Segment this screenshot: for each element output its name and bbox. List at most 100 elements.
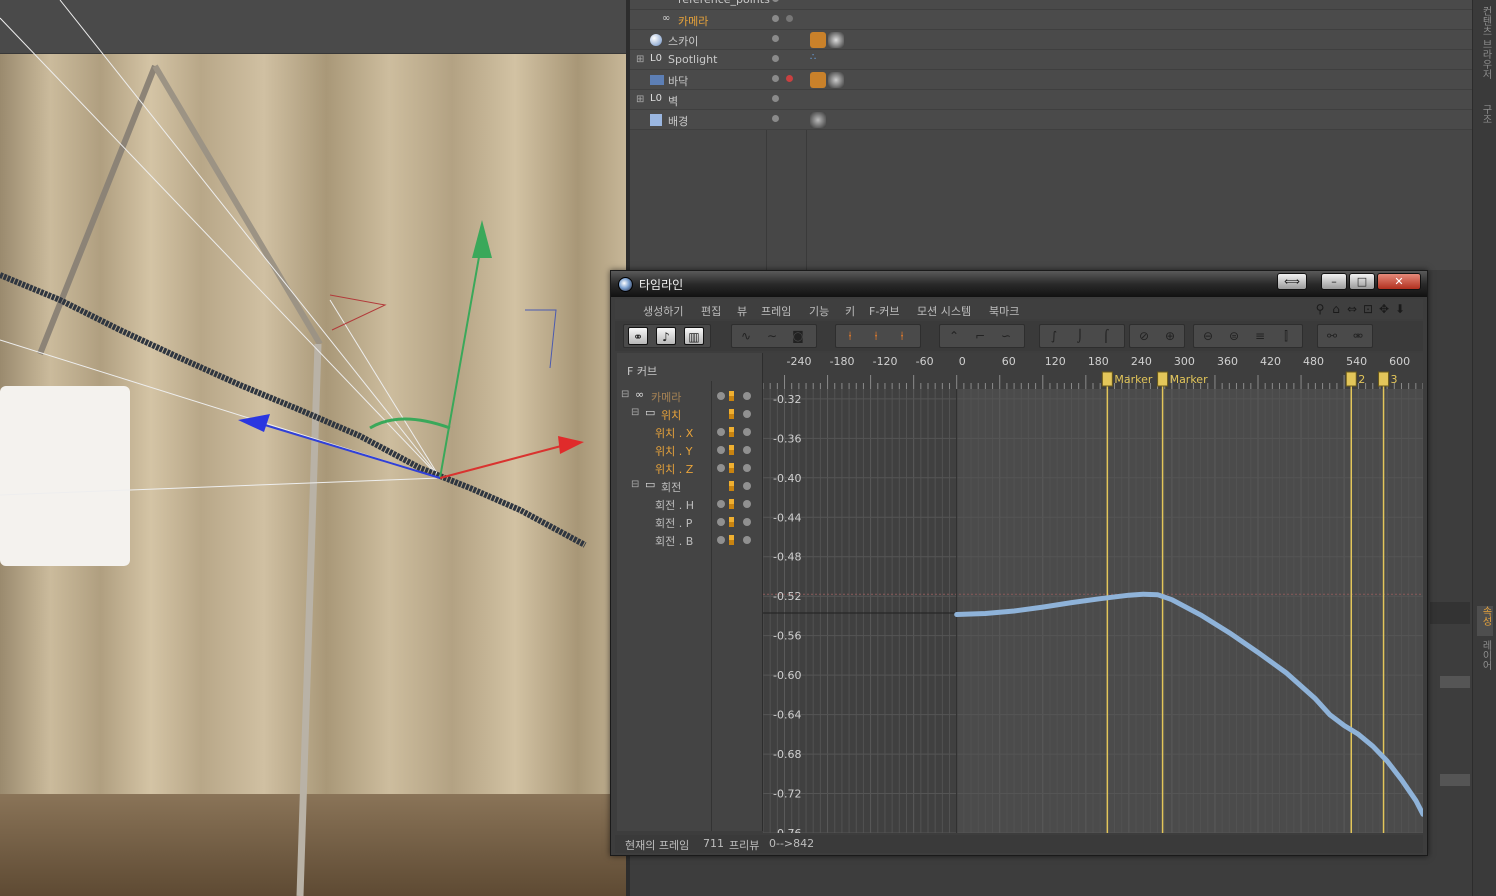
track-controls[interactable]	[717, 409, 757, 419]
add-key-icon[interactable]: ⍿	[840, 327, 860, 345]
tab-layers[interactable]: 레이어	[1477, 640, 1493, 684]
visibility-dots[interactable]	[772, 15, 798, 25]
visibility-dots[interactable]	[772, 0, 798, 5]
fcurve-canvas[interactable]: -240 -180 -120 -60 0 60 120 180 240 300 360 420 480 5…	[763, 353, 1423, 833]
fcurve-mode-icon[interactable]: ♪	[656, 327, 676, 345]
tab-content-browser[interactable]: 컨텐츠 브라우저	[1477, 6, 1493, 98]
track-rotation-h[interactable]: 회전 . H	[617, 495, 763, 513]
timeline-titlebar[interactable]: 타임라인 ⟺ – □ ✕	[611, 271, 1427, 297]
track-position[interactable]: ⊟ ▭ 위치	[617, 405, 763, 423]
clamp-icon[interactable]: ⫿	[1276, 327, 1296, 345]
object-row[interactable]: reference_points	[630, 0, 1472, 10]
object-row-background[interactable]: 배경	[630, 110, 1472, 130]
lock-tangent-icon[interactable]: ⊕	[1160, 327, 1180, 345]
zero-angle-icon[interactable]: ⊖	[1198, 327, 1218, 345]
wave-icon[interactable]: ∼	[762, 327, 782, 345]
track-controls[interactable]	[717, 463, 757, 473]
loop-icon[interactable]: ⇔	[1345, 302, 1359, 316]
visibility-dots[interactable]	[772, 115, 798, 125]
swap-layout-button[interactable]: ⟺	[1277, 273, 1307, 290]
visibility-dots[interactable]	[772, 95, 798, 105]
menu-view[interactable]: 뷰	[737, 303, 747, 319]
track-controls[interactable]	[717, 535, 757, 545]
dopesheet-mode-icon[interactable]: ⚭	[628, 327, 648, 345]
spline-icon[interactable]: ∽	[996, 327, 1016, 345]
collapse-icon[interactable]: ⊟	[631, 407, 639, 418]
remove-key-icon[interactable]: ⍿	[892, 327, 912, 345]
motion-mode-icon[interactable]: ▥	[684, 327, 704, 345]
menu-edit[interactable]: 편집	[701, 303, 721, 319]
track-controls[interactable]	[717, 499, 757, 509]
track-position-x[interactable]: 위치 . X	[617, 423, 763, 441]
timeline-menubar: 생성하기 편집 뷰 프레임 기능 키 F-커브 모션 시스템 북마크 ⚲ ⌂ ⇔…	[615, 299, 1423, 319]
collapse-icon[interactable]: ⊟	[631, 479, 639, 490]
object-row-floor[interactable]: 바닥	[630, 70, 1472, 90]
ease-out-icon[interactable]: ⌠	[1096, 327, 1116, 345]
track-position-z[interactable]: 위치 . Z	[617, 459, 763, 477]
scrollbar-thumb[interactable]	[1440, 676, 1470, 688]
object-row-camera[interactable]: ∞ 카메라	[630, 10, 1472, 30]
track-rotation[interactable]: ⊟ ▭ 회전	[617, 477, 763, 495]
record-icon[interactable]: ◙	[788, 327, 808, 345]
visibility-dots[interactable]	[772, 35, 798, 45]
expand-icon[interactable]: ⊞	[636, 94, 644, 105]
object-row-spotlight[interactable]: ⊞ L0 Spotlight ∴	[630, 50, 1472, 70]
menu-create[interactable]: 생성하기	[643, 303, 683, 319]
pan-icon[interactable]: ✥	[1377, 302, 1391, 316]
visibility-dots[interactable]	[772, 75, 798, 85]
track-controls[interactable]	[717, 481, 757, 491]
object-row-sky[interactable]: 스카이	[630, 30, 1472, 50]
material-tag-icon[interactable]	[828, 72, 844, 88]
tab-attributes[interactable]: 속성	[1477, 606, 1493, 636]
dots-tag-icon[interactable]: ∴	[810, 52, 826, 68]
track-label: 회전 . P	[655, 517, 693, 530]
frame-all-icon[interactable]: ⊡	[1361, 302, 1375, 316]
linear-icon[interactable]: ⌃	[944, 327, 964, 345]
step-icon[interactable]: ⌐	[970, 327, 990, 345]
track-controls[interactable]	[717, 517, 757, 527]
track-camera[interactable]: ⊟ ∞ 카메라	[617, 387, 763, 405]
menu-functions[interactable]: 기능	[809, 303, 829, 319]
menu-motion-system[interactable]: 모션 시스템	[917, 303, 971, 319]
link-tangent-icon[interactable]: ⚯	[1322, 327, 1342, 345]
track-controls[interactable]	[717, 445, 757, 455]
visibility-dots[interactable]	[772, 55, 798, 65]
break-tangent-icon[interactable]: ⊘	[1134, 327, 1154, 345]
track-rotation-p[interactable]: 회전 . P	[617, 513, 763, 531]
track-position-y[interactable]: 위치 . Y	[617, 441, 763, 459]
material-tag-icon[interactable]	[810, 112, 826, 128]
close-button[interactable]: ✕	[1377, 273, 1421, 290]
scroll-down-icon[interactable]: ⬇	[1393, 302, 1407, 316]
auto-tangent-icon[interactable]: ≡	[1250, 327, 1270, 345]
tab-structure[interactable]: 구조	[1477, 104, 1493, 134]
texture-tag-icon[interactable]	[810, 32, 826, 48]
cinema4d-logo-icon	[618, 277, 633, 292]
menu-bookmark[interactable]: 북마크	[989, 303, 1019, 319]
menu-frame[interactable]: 프레임	[761, 303, 791, 319]
scrollbar-thumb[interactable]	[1440, 774, 1470, 786]
y-tick-label: -0.32	[773, 393, 801, 406]
collapse-icon[interactable]: ⊟	[621, 389, 629, 400]
zero-length-icon[interactable]: ⊜	[1224, 327, 1244, 345]
menu-fcurve[interactable]: F-커브	[869, 303, 900, 319]
track-controls[interactable]	[717, 427, 757, 437]
material-tag-icon[interactable]	[828, 32, 844, 48]
maximize-button[interactable]: □	[1349, 273, 1375, 290]
ripple-icon[interactable]: ∿	[736, 327, 756, 345]
3d-viewport[interactable]	[0, 0, 628, 896]
search-icon[interactable]: ⚲	[1313, 302, 1327, 316]
unlink-tangent-icon[interactable]: ⚮	[1348, 327, 1368, 345]
object-row-wall[interactable]: ⊞ L0 벽	[630, 90, 1472, 110]
add-keys-icon[interactable]: ⍿	[866, 327, 886, 345]
texture-tag-icon[interactable]	[810, 72, 826, 88]
track-rotation-b[interactable]: 회전 . B	[617, 531, 763, 549]
track-controls[interactable]	[717, 391, 757, 401]
attribute-toolbar[interactable]	[1430, 602, 1470, 624]
menu-key[interactable]: 키	[845, 303, 855, 319]
ease-in-out-icon[interactable]: ∫	[1044, 327, 1064, 345]
minimize-button[interactable]: –	[1321, 273, 1347, 290]
fcurve-graph[interactable]: -240 -180 -120 -60 0 60 120 180 240 300 360 420 480 5…	[763, 353, 1423, 833]
expand-icon[interactable]: ⊞	[636, 54, 644, 65]
home-icon[interactable]: ⌂	[1329, 302, 1343, 316]
ease-in-icon[interactable]: ⌡	[1070, 327, 1090, 345]
